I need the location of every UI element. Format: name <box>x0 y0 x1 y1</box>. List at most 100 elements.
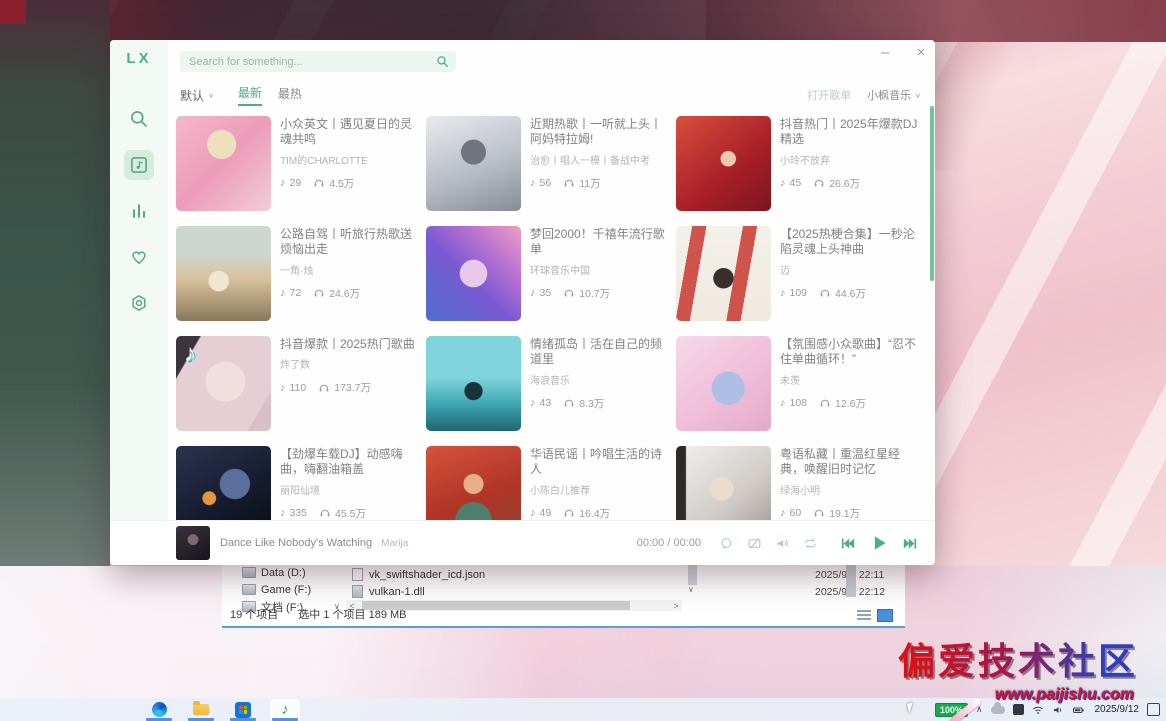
pane-scrollbar[interactable] <box>846 563 856 597</box>
file-icon <box>352 585 363 598</box>
playlist-cover[interactable] <box>676 446 771 521</box>
playlist-card[interactable]: 近期热歌丨一听就上头丨阿妈特拉姆! 治愈丨唱人一模丨备战中考 ♪ 56 11万 <box>426 116 676 226</box>
playlist-cover[interactable] <box>426 336 521 431</box>
sidebar-item-leaderboard[interactable] <box>124 196 154 226</box>
playlist-cover[interactable] <box>676 226 771 321</box>
window-scrollbar[interactable] <box>930 106 934 281</box>
battery-icon[interactable] <box>1072 704 1085 716</box>
sidebar-item-favorites[interactable] <box>124 242 154 272</box>
playlist-cover[interactable] <box>176 336 271 431</box>
current-song-title[interactable]: Dance Like Nobody's Watching <box>220 537 372 549</box>
network-icon[interactable] <box>1032 704 1044 716</box>
details-view-icon[interactable] <box>857 610 871 621</box>
comment-icon[interactable] <box>719 536 734 551</box>
taskbar-item-store[interactable] <box>228 699 258 721</box>
headphone-icon <box>318 382 330 394</box>
next-track-button[interactable] <box>902 535 919 552</box>
playlist-card[interactable]: 小众英文丨遇见夏日的灵魂共鸣 TIM的CHARLOTTE ♪ 29 4.5万 <box>176 116 426 226</box>
playlist-card[interactable]: 【劲爆车载DJ】动感嗨曲，嗨翻油箱盖 丽阳仙境 ♪ 335 45.5万 <box>176 446 426 521</box>
taskbar-item-explorer[interactable] <box>186 699 216 721</box>
playlist-card[interactable]: 华语民谣丨吟唱生活的诗人 小陈白儿推荐 ♪ 49 16.4万 <box>426 446 676 521</box>
play-mode-icon[interactable] <box>803 536 818 551</box>
play-count: 8.3万 <box>579 396 604 411</box>
tray-app-icon[interactable] <box>1013 704 1024 715</box>
current-song-artist[interactable]: Marija <box>381 538 408 549</box>
scroll-down-icon[interactable]: ∨ <box>688 585 694 594</box>
playlist-card[interactable]: 情绪孤岛丨活在自己的频道里 海浪音乐 ♪ 43 8.3万 <box>426 336 676 446</box>
play-button[interactable] <box>869 533 889 553</box>
search-icon[interactable] <box>436 55 449 68</box>
playlist-cover[interactable] <box>426 116 521 211</box>
action-center-icon[interactable] <box>1147 703 1160 716</box>
song-count: 43 <box>540 397 552 409</box>
wallpaper-corner <box>0 0 26 24</box>
taskbar-item-lx-music[interactable]: ♪ <box>270 699 300 721</box>
playlist-card[interactable]: 梦回2000！千禧年流行歌单 环球音乐中国 ♪ 35 10.7万 <box>426 226 676 336</box>
playlist-author: 绿海小明 <box>780 482 918 497</box>
playlist-card[interactable]: 抖音热门丨2025年爆款DJ精选 小玲不放弃 ♪ 45 26.6万 <box>676 116 926 226</box>
close-button[interactable]: × <box>910 44 932 61</box>
playlist-cover[interactable] <box>176 446 271 521</box>
playlist-title[interactable]: 【2025热梗合集】一秒沦陷灵魂上头神曲 <box>780 227 918 258</box>
play-count: 10.7万 <box>579 286 610 301</box>
playlist-title[interactable]: 【劲爆车载DJ】动感嗨曲，嗨翻油箱盖 <box>280 447 418 478</box>
playlist-card[interactable]: 【氛围感小众歌曲】“忍不住单曲循环！” 未羡 ♪ 108 12.6万 <box>676 336 926 446</box>
playlist-title[interactable]: 公路自驾丨听旅行热歌送烦恼出走 <box>280 227 418 258</box>
playlist-title[interactable]: 抖音热门丨2025年爆款DJ精选 <box>780 117 918 148</box>
playlist-title[interactable]: 情绪孤岛丨活在自己的频道里 <box>530 337 668 368</box>
thumbnail-view-icon[interactable] <box>877 609 893 622</box>
playlist-cover[interactable] <box>426 226 521 321</box>
previous-track-button[interactable] <box>839 535 856 552</box>
taskbar-date[interactable]: 2025/9/12 <box>1095 704 1140 715</box>
onedrive-icon[interactable] <box>991 706 1005 714</box>
playlist-cover[interactable] <box>676 336 771 431</box>
playlist-stats: ♪ 335 45.5万 <box>280 506 418 521</box>
file-row[interactable]: vulkan-1.dll 2025/9/7 22:12 <box>352 583 885 600</box>
file-list-scrollbar[interactable] <box>688 565 697 585</box>
playlist-title[interactable]: 梦回2000！千禧年流行歌单 <box>530 227 668 258</box>
drive-item[interactable]: Game (F:) <box>222 581 342 598</box>
playlist-grid: 小众英文丨遇见夏日的灵魂共鸣 TIM的CHARLOTTE ♪ 29 4.5万 近… <box>176 116 928 521</box>
wallpaper-left-band <box>0 0 110 566</box>
volume-tray-icon[interactable] <box>1052 704 1064 716</box>
drive-item[interactable]: Data (D:) <box>222 564 342 581</box>
source-dropdown[interactable]: 小枫音乐 ∨ <box>867 87 921 103</box>
playlist-title[interactable]: 【氛围感小众歌曲】“忍不住单曲循环！” <box>780 337 918 368</box>
playlist-author: 迈 <box>780 262 918 277</box>
tab-hottest[interactable]: 最热 <box>278 85 302 105</box>
drive-icon <box>242 584 256 595</box>
playlist-cover[interactable] <box>676 116 771 211</box>
album-art[interactable] <box>176 526 210 560</box>
playlist-title[interactable]: 粤语私藏丨重温红星经典，唤醒旧时记忆 <box>780 447 918 478</box>
song-count-icon: ♪ <box>280 382 286 394</box>
taskbar-item-edge[interactable] <box>144 699 174 721</box>
playlist-title[interactable]: 华语民谣丨吟唱生活的诗人 <box>530 447 668 478</box>
tab-newest[interactable]: 最新 <box>238 84 262 106</box>
playlist-card[interactable]: 公路自驾丨听旅行热歌送烦恼出走 一角·烛 ♪ 72 24.6万 <box>176 226 426 336</box>
sidebar-item-settings[interactable] <box>124 288 154 318</box>
sidebar-item-search[interactable] <box>124 104 154 134</box>
open-songlist-button[interactable]: 打开歌单 <box>807 87 851 103</box>
search-input[interactable] <box>187 55 436 69</box>
playlist-card[interactable]: 抖音爆款丨2025热门歌曲 炸了数 ♪ 110 173.7万 <box>176 336 426 446</box>
headphone-icon <box>563 177 575 189</box>
song-count-icon: ♪ <box>780 397 786 409</box>
sidebar-item-songlist[interactable] <box>124 150 154 180</box>
minimize-button[interactable]: – <box>874 44 896 61</box>
playlist-title[interactable]: 近期热歌丨一听就上头丨阿妈特拉姆! <box>530 117 668 148</box>
volume-icon[interactable] <box>775 536 790 551</box>
scroll-right-icon[interactable]: > <box>670 601 682 611</box>
search-bar[interactable] <box>180 51 456 72</box>
play-time: 00:00 / 00:00 <box>637 537 701 549</box>
playlist-card[interactable]: 粤语私藏丨重温红星经典，唤醒旧时记忆 绿海小明 ♪ 60 19.1万 <box>676 446 926 521</box>
song-count-icon: ♪ <box>780 177 786 189</box>
playlist-cover[interactable] <box>426 446 521 521</box>
file-row[interactable]: vk_swiftshader_icd.json 2025/9/7 22:11 <box>352 566 885 583</box>
playlist-title[interactable]: 抖音爆款丨2025热门歌曲 <box>280 337 418 352</box>
playlist-cover[interactable] <box>176 116 271 211</box>
playlist-card[interactable]: 【2025热梗合集】一秒沦陷灵魂上头神曲 迈 ♪ 109 44.6万 <box>676 226 926 336</box>
sort-dropdown[interactable]: 默认 ∨ <box>180 87 214 104</box>
playlist-cover[interactable] <box>176 226 271 321</box>
playlist-title[interactable]: 小众英文丨遇见夏日的灵魂共鸣 <box>280 117 418 148</box>
desktop-lyrics-icon[interactable] <box>747 536 762 551</box>
